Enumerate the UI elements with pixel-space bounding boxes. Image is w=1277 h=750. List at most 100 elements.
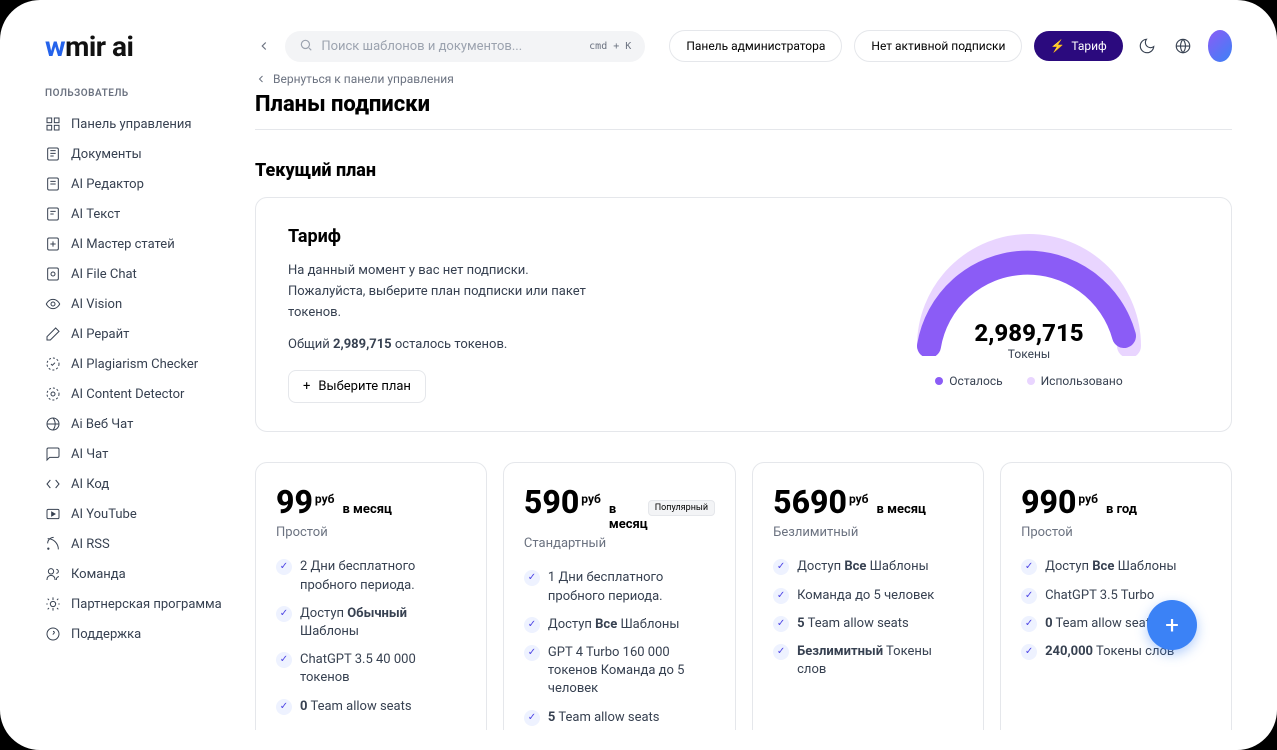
search-shortcut: cmd + K — [589, 41, 631, 52]
choose-plan-button[interactable]: + Выберите план — [288, 370, 426, 403]
sidebar-item[interactable]: AI Редактор — [45, 169, 240, 199]
feature-item: ✓5 Team allow seats — [524, 709, 715, 727]
plan-name: Простой — [1021, 525, 1211, 540]
search-input-wrap[interactable]: cmd + K — [285, 31, 645, 62]
nav-label: Документы — [71, 147, 142, 162]
sidebar-item[interactable]: AI Vision — [45, 289, 240, 319]
price-value: 5690 — [773, 483, 847, 521]
check-icon: ✓ — [276, 699, 292, 715]
nav-label: AI File Chat — [71, 267, 137, 282]
nav-label: AI Content Detector — [71, 387, 184, 402]
price-value: 99 — [276, 483, 313, 521]
nav-label: AI YouTube — [71, 507, 137, 522]
sidebar-item[interactable]: Партнерская программа — [45, 589, 240, 619]
nav-icon — [45, 566, 61, 582]
feature-item: ✓Доступ Все Шаблоны — [1021, 558, 1211, 576]
plan-name: Простой — [276, 525, 466, 540]
price-card[interactable]: 5690рубв месяцБезлимитный✓Доступ Все Шаб… — [752, 462, 984, 730]
price-card[interactable]: 590рубв месяцПопулярныйСтандартный✓1 Дни… — [503, 462, 736, 730]
feature-item: ✓Доступ Все Шаблоны — [524, 616, 715, 634]
sidebar-item[interactable]: Поддержка — [45, 619, 240, 649]
admin-panel-link[interactable]: Панель администратора — [669, 30, 842, 62]
token-gauge: 2,989,715 Токены — [899, 226, 1159, 356]
nav-label: AI Рерайт — [71, 327, 129, 342]
feature-item: ✓Доступ Все Шаблоны — [773, 558, 963, 576]
nav-icon — [45, 266, 61, 282]
breadcrumb[interactable]: Вернуться к панели управления — [255, 72, 1232, 86]
back-button[interactable] — [255, 39, 273, 53]
feature-item: ✓GPT 4 Turbo 160 000 токенов Команда до … — [524, 644, 715, 699]
sidebar-item[interactable]: AI Content Detector — [45, 379, 240, 409]
sidebar-item[interactable]: AI Рерайт — [45, 319, 240, 349]
nav-icon — [45, 206, 61, 222]
current-plan-title: Текущий план — [255, 160, 1232, 181]
nav-icon — [45, 326, 61, 342]
sidebar-item[interactable]: Ai Веб Чат — [45, 409, 240, 439]
tariff-button[interactable]: ⚡ Тариф — [1034, 31, 1122, 61]
nav-label: Команда — [71, 567, 126, 582]
price-currency: руб — [581, 492, 601, 506]
feature-item: ✓ChatGPT 3.5 40 000 токенов — [276, 651, 466, 687]
sidebar-item[interactable]: AI Текст — [45, 199, 240, 229]
sidebar-item[interactable]: Команда — [45, 559, 240, 589]
feature-item: ✓Безлимитный Токены слов — [773, 643, 963, 679]
check-icon: ✓ — [773, 559, 789, 575]
check-icon: ✓ — [524, 570, 540, 586]
price-period: в месяц — [342, 502, 391, 517]
theme-toggle[interactable] — [1135, 30, 1159, 62]
nav-label: Ai Веб Чат — [71, 417, 133, 432]
feature-item: ✓0 Team allow seats — [276, 698, 466, 716]
sidebar-item[interactable]: AI Чат — [45, 439, 240, 469]
check-icon: ✓ — [524, 617, 540, 633]
sidebar-section-label: ПОЛЬЗОВАТЕЛЬ — [45, 88, 240, 99]
gauge-legend: Осталось Использовано — [935, 374, 1122, 388]
nav-icon — [45, 476, 61, 492]
nav-label: Партнерская программа — [71, 597, 222, 612]
logo[interactable]: wmir ai — [45, 30, 240, 63]
nav-icon — [45, 386, 61, 402]
check-icon: ✓ — [773, 644, 789, 660]
language-button[interactable] — [1171, 30, 1195, 62]
nav-label: AI RSS — [71, 537, 110, 552]
search-input[interactable] — [321, 39, 581, 54]
price-period: в месяц — [877, 502, 926, 517]
feature-item: ✓2 Дни бесплатного пробного периода. — [276, 558, 466, 594]
sidebar-item[interactable]: AI Plagiarism Checker — [45, 349, 240, 379]
price-value: 990 — [1021, 483, 1076, 521]
sidebar-item[interactable]: Документы — [45, 139, 240, 169]
sidebar-item[interactable]: Панель управления — [45, 109, 240, 139]
nav-icon — [45, 416, 61, 432]
feature-item: ✓Доступ Обычный Шаблоны — [276, 605, 466, 641]
check-icon: ✓ — [524, 645, 540, 661]
sidebar-item[interactable]: AI File Chat — [45, 259, 240, 289]
sidebar-item[interactable]: AI Мастер статей — [45, 229, 240, 259]
sidebar-item[interactable]: AI Код — [45, 469, 240, 499]
price-card[interactable]: 99рубв месяцПростой✓2 Дни бесплатного пр… — [255, 462, 487, 730]
price-value: 590 — [524, 483, 579, 521]
check-icon: ✓ — [773, 616, 789, 632]
sidebar-item[interactable]: AI YouTube — [45, 499, 240, 529]
fab-add-button[interactable]: + — [1147, 600, 1197, 650]
price-currency: руб — [1078, 492, 1098, 506]
plan-name: Безлимитный — [773, 525, 963, 540]
sidebar-item[interactable]: AI RSS — [45, 529, 240, 559]
card-title: Тариф — [288, 226, 819, 247]
nav-label: AI Редактор — [71, 177, 144, 192]
nav-label: Панель управления — [71, 117, 192, 132]
avatar[interactable] — [1208, 30, 1232, 62]
price-period: в год — [1106, 502, 1137, 517]
subscription-status[interactable]: Нет активной подписки — [854, 30, 1022, 62]
check-icon: ✓ — [276, 606, 292, 622]
check-icon: ✓ — [1021, 588, 1037, 604]
plan-name: Стандартный — [524, 536, 715, 551]
check-icon: ✓ — [1021, 644, 1037, 660]
nav-label: AI Plagiarism Checker — [71, 357, 198, 372]
check-icon: ✓ — [276, 652, 292, 668]
nav-label: AI Код — [71, 477, 109, 492]
nav-icon — [45, 116, 61, 132]
price-card[interactable]: 990рубв годПростой✓Доступ Все Шаблоны✓Ch… — [1000, 462, 1232, 730]
nav-label: AI Текст — [71, 207, 120, 222]
search-icon — [299, 37, 313, 56]
nav-label: Поддержка — [71, 627, 141, 642]
current-plan-card: Тариф На данный момент у вас нет подписк… — [255, 197, 1232, 432]
